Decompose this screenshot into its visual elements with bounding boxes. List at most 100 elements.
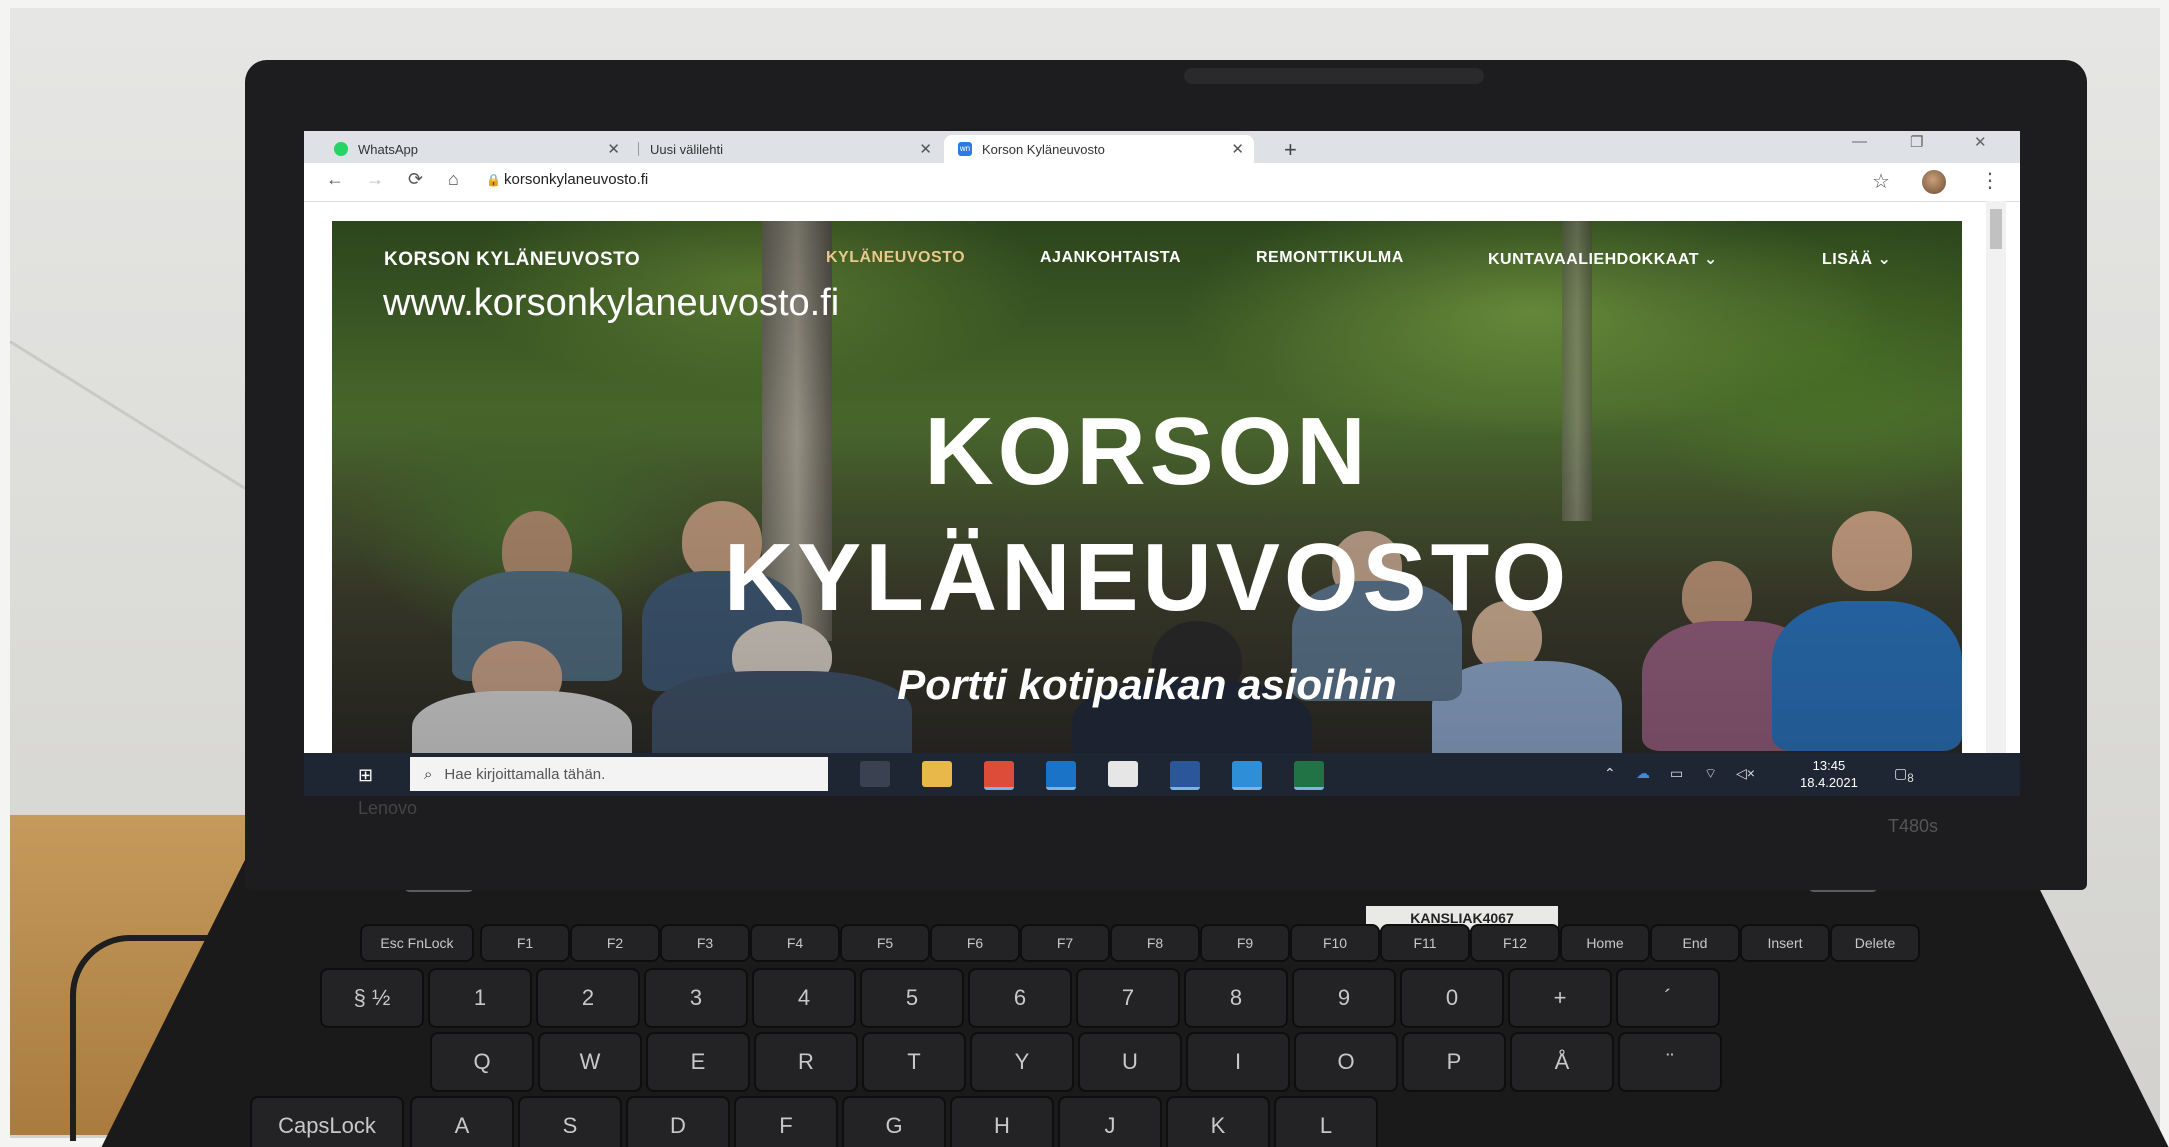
site-nav-lisaa[interactable]: LISÄÄ ⌄ — [1822, 249, 1891, 269]
tab-new-tab[interactable]: Uusi välilehti ✕ — [632, 135, 942, 163]
forward-icon[interactable]: → — [366, 169, 384, 190]
browser-tab-bar: WhatsApp ✕ Uusi välilehti ✕ wn Korson Ky… — [304, 131, 2020, 163]
tab-korson-kylaneuvosto[interactable]: wn Korson Kyläneuvosto ✕ — [944, 135, 1254, 163]
browser-menu-icon[interactable]: ⋮ — [1980, 168, 2000, 193]
close-window-button[interactable]: ✕ — [1974, 133, 1987, 151]
keyboard-key[interactable]: 9 — [1292, 968, 1396, 1028]
hero-title-line-1: KORSON — [924, 398, 1370, 505]
keyboard-key[interactable]: H — [950, 1096, 1054, 1147]
keyboard-key[interactable]: F8 — [1110, 924, 1200, 962]
keyboard-key[interactable]: Esc FnLock — [360, 924, 474, 962]
site-nav-remonttikulma[interactable]: REMONTTIKULMA — [1256, 249, 1404, 267]
keyboard-key[interactable]: R — [754, 1032, 858, 1092]
file-explorer-icon[interactable] — [922, 761, 952, 787]
keyboard-key[interactable]: G — [842, 1096, 946, 1147]
outlook-icon[interactable] — [1046, 761, 1076, 790]
tab-label: Uusi välilehti — [650, 141, 723, 157]
keyboard-key[interactable]: 6 — [968, 968, 1072, 1028]
keyboard-key[interactable]: S — [518, 1096, 622, 1147]
keyboard-key[interactable]: 5 — [860, 968, 964, 1028]
word-icon[interactable] — [1170, 761, 1200, 790]
keyboard-key[interactable]: W — [538, 1032, 642, 1092]
keyboard-key[interactable]: D — [626, 1096, 730, 1147]
site-nav-ajankohtaista[interactable]: AJANKOHTAISTA — [1040, 249, 1181, 267]
restore-button[interactable]: ❐ — [1910, 133, 1923, 151]
keyboard-key[interactable]: Delete — [1830, 924, 1920, 962]
keyboard-key[interactable]: Å — [1510, 1032, 1614, 1092]
onedrive-icon[interactable]: ☁ — [1636, 765, 1650, 782]
keyboard-key[interactable]: O — [1294, 1032, 1398, 1092]
chrome-icon[interactable] — [984, 761, 1014, 790]
back-icon[interactable]: ← — [326, 169, 344, 190]
volume-muted-icon[interactable]: ◁× — [1736, 765, 1755, 782]
scrollbar-thumb[interactable] — [1990, 209, 2002, 249]
site-logo[interactable]: KORSON KYLÄNEUVOSTO — [384, 249, 640, 271]
keyboard-key[interactable]: I — [1186, 1032, 1290, 1092]
keyboard-key[interactable]: 7 — [1076, 968, 1180, 1028]
keyboard-key[interactable]: F — [734, 1096, 838, 1147]
keyboard-key[interactable]: F11 — [1380, 924, 1470, 962]
keyboard-key[interactable]: 4 — [752, 968, 856, 1028]
keyboard-key[interactable]: F10 — [1290, 924, 1380, 962]
keyboard-key[interactable]: J — [1058, 1096, 1162, 1147]
tab-close-icon[interactable]: ✕ — [919, 140, 932, 158]
keyboard-key[interactable]: F9 — [1200, 924, 1290, 962]
photos-icon[interactable] — [1232, 761, 1262, 790]
battery-icon[interactable]: ▭ — [1670, 765, 1683, 782]
keyboard-key[interactable]: L — [1274, 1096, 1378, 1147]
keyboard-key[interactable]: Y — [970, 1032, 1074, 1092]
show-hidden-icons-icon[interactable]: ⌃ — [1604, 765, 1616, 782]
keyboard-key[interactable]: K — [1166, 1096, 1270, 1147]
keyboard-key[interactable]: 1 — [428, 968, 532, 1028]
bookmark-star-icon[interactable]: ☆ — [1872, 169, 1890, 194]
keyboard-key[interactable]: 3 — [644, 968, 748, 1028]
keyboard-key[interactable]: F2 — [570, 924, 660, 962]
keyboard-key[interactable]: Insert — [1740, 924, 1830, 962]
keyboard-key[interactable]: CapsLock — [250, 1096, 404, 1147]
keyboard-key[interactable]: F6 — [930, 924, 1020, 962]
tab-close-icon[interactable]: ✕ — [607, 140, 620, 158]
keyboard-key[interactable]: + — [1508, 968, 1612, 1028]
taskbar-clock[interactable]: 13:45 18.4.2021 — [1800, 757, 1858, 791]
keyboard-key[interactable]: F12 — [1470, 924, 1560, 962]
whatsapp-icon — [334, 142, 348, 156]
minimize-button[interactable]: — — [1852, 133, 1867, 150]
task-view-icon[interactable] — [860, 761, 890, 787]
keyboard-key[interactable]: Q — [430, 1032, 534, 1092]
site-nav-kuntavaaliehdokkaat[interactable]: KUNTAVAALIEHDOKKAAT ⌄ — [1488, 249, 1718, 269]
new-tab-button[interactable]: + — [1284, 137, 1297, 163]
keyboard-key[interactable]: U — [1078, 1032, 1182, 1092]
keyboard-key[interactable]: F4 — [750, 924, 840, 962]
keyboard-key[interactable]: 2 — [536, 968, 640, 1028]
keyboard-key[interactable]: E — [646, 1032, 750, 1092]
profile-avatar[interactable] — [1922, 170, 1946, 194]
keyboard-key[interactable]: End — [1650, 924, 1740, 962]
home-icon[interactable]: ⌂ — [448, 169, 459, 190]
wifi-icon[interactable]: ⌔ — [1704, 765, 1717, 783]
keyboard-key[interactable]: 8 — [1184, 968, 1288, 1028]
start-button[interactable]: ⊞ — [358, 765, 373, 786]
keyboard-key[interactable]: T — [862, 1032, 966, 1092]
site-nav-kylaneuvosto[interactable]: KYLÄNEUVOSTO — [826, 249, 965, 267]
keyboard-key[interactable]: A — [410, 1096, 514, 1147]
keyboard-key[interactable]: ¨ — [1618, 1032, 1722, 1092]
keyboard-key[interactable]: F5 — [840, 924, 930, 962]
keyboard-key[interactable]: F7 — [1020, 924, 1110, 962]
mail-icon[interactable] — [1108, 761, 1138, 787]
notification-icon[interactable]: ▢8 — [1894, 765, 1914, 785]
keyboard-key[interactable]: ´ — [1616, 968, 1720, 1028]
page-scrollbar[interactable] — [1986, 201, 2006, 753]
keyboard-key[interactable]: § ½ — [320, 968, 424, 1028]
keyboard-key[interactable]: Home — [1560, 924, 1650, 962]
keyboard-key[interactable]: 0 — [1400, 968, 1504, 1028]
reload-icon[interactable]: ⟳ — [408, 169, 423, 190]
address-bar[interactable]: korsonkylaneuvosto.fi — [504, 171, 648, 188]
keyboard-key[interactable]: F1 — [480, 924, 570, 962]
keyboard-key[interactable]: P — [1402, 1032, 1506, 1092]
taskbar-search-box[interactable]: ⌕ Hae kirjoittamalla tähän. — [410, 757, 828, 791]
keyboard-key[interactable]: F3 — [660, 924, 750, 962]
excel-icon[interactable] — [1294, 761, 1324, 790]
tab-close-icon[interactable]: ✕ — [1231, 140, 1244, 158]
tab-whatsapp[interactable]: WhatsApp ✕ — [320, 135, 630, 163]
laptop-model: T480s — [1888, 816, 1939, 836]
